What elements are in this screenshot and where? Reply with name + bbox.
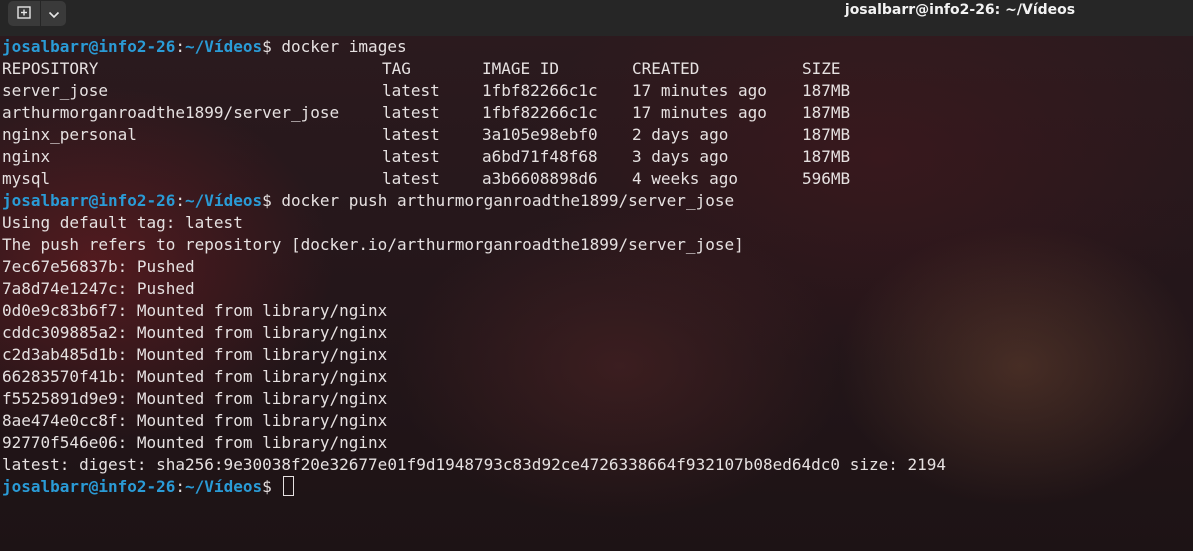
cell-image-id: IMAGE ID bbox=[482, 59, 560, 78]
output-line: 66283570f41b: Mounted from library/nginx bbox=[2, 367, 388, 386]
cell-repository: server_jose bbox=[2, 81, 108, 100]
cell-tag: latest bbox=[382, 103, 440, 122]
cell-created: 17 minutes ago bbox=[632, 103, 767, 122]
window-title: josalbarr@info2-26: ~/Vídeos bbox=[844, 2, 1076, 18]
cell-tag: latest bbox=[382, 147, 440, 166]
prompt-dollar: $ bbox=[262, 191, 282, 210]
cell-image-id: 3a105e98ebf0 bbox=[482, 125, 598, 144]
prompt-line: josalbarr@info2-26:~/Vídeos$ docker push… bbox=[2, 190, 946, 212]
terminal-output[interactable]: josalbarr@info2-26:~/Vídeos$ docker imag… bbox=[0, 36, 1193, 551]
output-line: f5525891d9e9: Mounted from library/nginx bbox=[2, 389, 388, 408]
cell-created: 4 weeks ago bbox=[632, 169, 738, 188]
cell-created: CREATED bbox=[632, 59, 700, 78]
cell-repository: arthurmorganroadthe1899/server_jose bbox=[2, 103, 340, 122]
output-line: c2d3ab485d1b: Mounted from library/nginx bbox=[2, 345, 388, 364]
cell-size: 187MB bbox=[802, 147, 851, 166]
cell-image-id: a6bd71f48f68 bbox=[482, 147, 598, 166]
cell-size: SIZE bbox=[802, 59, 841, 78]
prompt-path: ~/Vídeos bbox=[185, 477, 263, 496]
cell-created: 3 days ago bbox=[632, 147, 729, 166]
cell-tag: latest bbox=[382, 169, 440, 188]
cell-size: 187MB bbox=[802, 125, 851, 144]
prompt-path: ~/Vídeos bbox=[185, 37, 263, 56]
terminal-window: josalbarr@info2-26: ~/Vídeos josalbarr@i… bbox=[0, 0, 1193, 551]
cell-tag: latest bbox=[382, 125, 440, 144]
prompt-user-host: josalbarr@info2-26 bbox=[2, 191, 176, 210]
new-tab-button[interactable] bbox=[8, 1, 40, 26]
cell-image-id: a3b6608898d6 bbox=[482, 169, 598, 188]
cell-image-id: 1fbf82266c1c bbox=[482, 103, 598, 122]
prompt-user-host: josalbarr@info2-26 bbox=[2, 477, 176, 496]
prompt-line: josalbarr@info2-26:~/Vídeos$ docker imag… bbox=[2, 36, 946, 58]
tab-menu-button[interactable] bbox=[41, 1, 66, 26]
cell-size: 187MB bbox=[802, 81, 851, 100]
prompt-line: josalbarr@info2-26:~/Vídeos$ bbox=[2, 476, 946, 498]
cell-repository: mysql bbox=[2, 169, 51, 188]
prompt-dollar: $ bbox=[262, 477, 282, 496]
table-row: server_jose latest 1fbf82266c1c 17 minutes … bbox=[2, 80, 946, 102]
prompt-colon: : bbox=[175, 477, 186, 496]
output-line: The push refers to repository [docker.io… bbox=[2, 235, 744, 254]
cell-size: 187MB bbox=[802, 103, 851, 122]
command-text: docker push arthurmorganroadthe1899/serv… bbox=[281, 191, 735, 210]
cell-tag: TAG bbox=[382, 59, 411, 78]
output-line: Using default tag: latest bbox=[2, 213, 243, 232]
terminal-lines: josalbarr@info2-26:~/Vídeos$ docker imag… bbox=[2, 36, 946, 498]
prompt-colon: : bbox=[175, 191, 186, 210]
prompt-colon: : bbox=[175, 37, 186, 56]
chevron-down-icon bbox=[48, 4, 60, 23]
title-bar: josalbarr@info2-26: ~/Vídeos bbox=[0, 0, 1193, 36]
table-row: nginx_personal latest 3a105e98ebf0 2 days a… bbox=[2, 124, 946, 146]
table-row: mysql latest a3b6608898d6 4 weeks ago 596MB bbox=[2, 168, 946, 190]
prompt-dollar: $ bbox=[262, 37, 282, 56]
output-line: 92770f546e06: Mounted from library/nginx bbox=[2, 433, 388, 452]
output-line: latest: digest: sha256:9e30038f20e32677e… bbox=[2, 455, 947, 474]
output-line: 0d0e9c83b6f7: Mounted from library/nginx bbox=[2, 301, 388, 320]
text-cursor[interactable] bbox=[283, 476, 295, 496]
table-row: arthurmorganroadthe1899/server_jose lates… bbox=[2, 102, 946, 124]
prompt-user-host: josalbarr@info2-26 bbox=[2, 37, 176, 56]
cell-image-id: 1fbf82266c1c bbox=[482, 81, 598, 100]
table-header-row: REPOSITORY TAG IMAGE ID CREATED SIZE bbox=[2, 58, 946, 80]
cell-tag: latest bbox=[382, 81, 440, 100]
output-line: 8ae474e0cc8f: Mounted from library/nginx bbox=[2, 411, 388, 430]
output-line: 7a8d74e1247c: Pushed bbox=[2, 279, 195, 298]
cell-repository: nginx_personal bbox=[2, 125, 137, 144]
cell-size: 596MB bbox=[802, 169, 851, 188]
cell-created: 2 days ago bbox=[632, 125, 729, 144]
table-row: nginx latest a6bd71f48f68 3 days ago 187MB bbox=[2, 146, 946, 168]
cell-repository: REPOSITORY bbox=[2, 59, 99, 78]
output-line: 7ec67e56837b: Pushed bbox=[2, 257, 195, 276]
cell-created: 17 minutes ago bbox=[632, 81, 767, 100]
output-line: cddc309885a2: Mounted from library/nginx bbox=[2, 323, 388, 342]
new-tab-icon bbox=[17, 4, 31, 23]
prompt-path: ~/Vídeos bbox=[185, 191, 263, 210]
cell-repository: nginx bbox=[2, 147, 51, 166]
command-text: docker images bbox=[281, 37, 407, 56]
